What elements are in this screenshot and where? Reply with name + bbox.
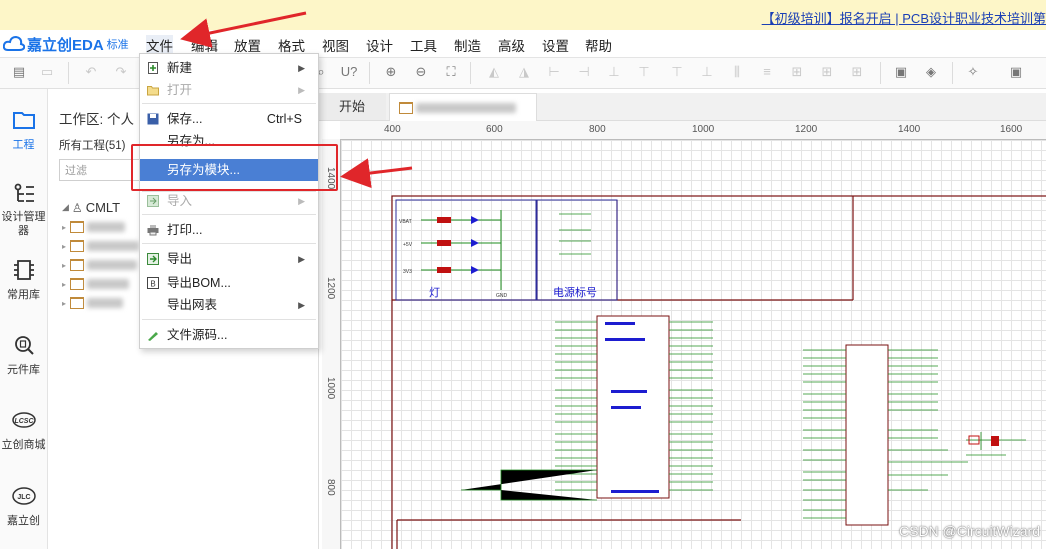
annotation-arrow-menu — [180, 11, 307, 48]
annotation-arrow-item — [340, 158, 413, 189]
watermark: CSDN @CircuitWizard — [899, 523, 1040, 539]
annotation-arrows — [180, 11, 413, 189]
